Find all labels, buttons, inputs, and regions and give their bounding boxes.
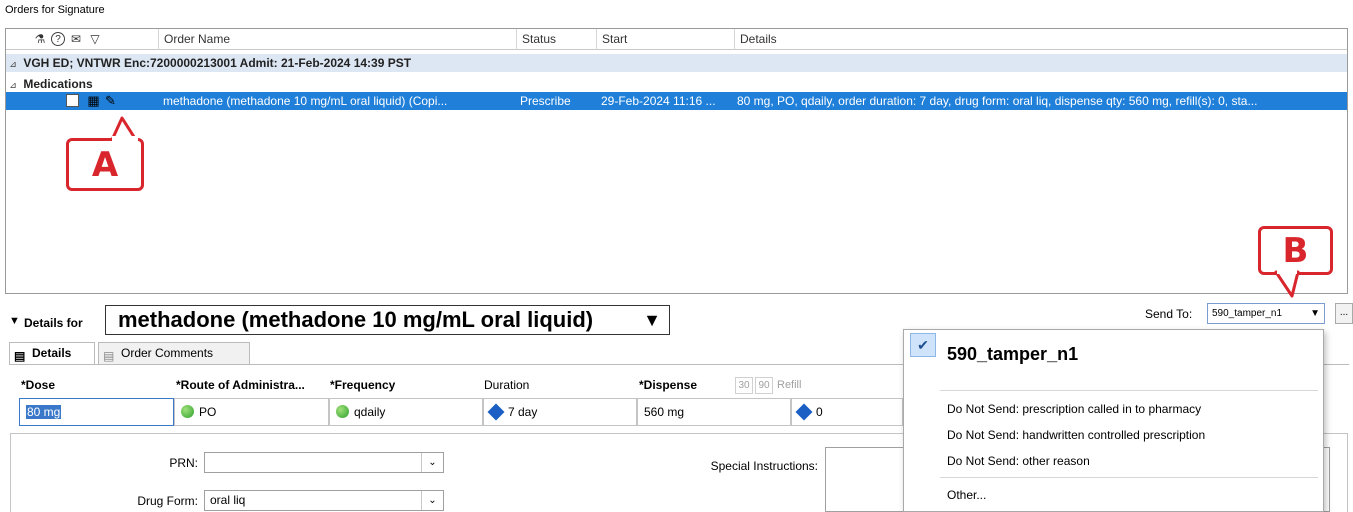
route-value: PO: [199, 405, 217, 419]
frequency-field[interactable]: qdaily: [329, 398, 483, 426]
order-start-cell: 29-Feb-2024 11:16 ...: [601, 94, 716, 108]
special-instructions-label: Special Instructions:: [710, 459, 818, 473]
refill-label: Refill: [777, 379, 802, 391]
table-row[interactable]: ▦ ✎ methadone (methadone 10 mg/mL oral l…: [6, 92, 1347, 110]
send-to-option-selected[interactable]: 590_tamper_n1: [947, 344, 1078, 365]
route-label: *Route of Administra...: [176, 378, 305, 392]
help-circle-icon[interactable]: ?: [51, 32, 65, 46]
comment-icon[interactable]: ✉: [68, 31, 84, 47]
column-header-status[interactable]: Status: [516, 29, 596, 50]
drug-form-label: Drug Form:: [137, 494, 198, 508]
send-to-select[interactable]: 590_tamper_n1 ▼: [1207, 303, 1325, 324]
blue-diamond-icon: [795, 403, 813, 421]
chevron-down-icon[interactable]: ⌄: [421, 491, 443, 510]
grid-header: ⚗ ? ✉ ▽ Order Name Status Start Details: [6, 29, 1347, 50]
chevron-down-icon[interactable]: ⌄: [421, 453, 443, 472]
callout-a-pointer-mask: [112, 136, 138, 144]
dropdown-divider: [940, 390, 1318, 391]
send-to-option-handwritten[interactable]: Do Not Send: handwritten controlled pres…: [947, 428, 1205, 442]
refill-value: 0: [816, 405, 823, 419]
header-icon-group: ⚗ ? ✉ ▽: [32, 31, 103, 47]
callout-b-label: B: [1258, 226, 1333, 275]
signature-pen-icon: ✎: [105, 93, 116, 108]
order-status-cell: Prescribe: [520, 94, 571, 108]
dose-field[interactable]: 80 mg: [19, 398, 174, 426]
chevron-down-icon: ▼: [643, 310, 661, 330]
details-for-label: Details for: [24, 316, 83, 330]
tab-order-comments-label: Order Comments: [121, 346, 214, 360]
duration-label: Duration: [484, 378, 530, 392]
send-to-label: Send To:: [1145, 307, 1193, 321]
dispense-30-button[interactable]: 30: [735, 377, 753, 394]
filter-icon[interactable]: ▽: [87, 31, 103, 47]
encounter-row[interactable]: ⊿ VGH ED; VNTWR Enc:7200000213001 Admit:…: [6, 54, 1347, 72]
send-to-option-other[interactable]: Other...: [947, 488, 986, 502]
orders-section-title: Orders for Signature: [5, 4, 105, 16]
details-tab-icon: ▤: [14, 349, 26, 363]
send-to-more-button[interactable]: ...: [1335, 303, 1353, 324]
send-to-option-other-reason[interactable]: Do Not Send: other reason: [947, 454, 1090, 468]
order-name-cell: methadone (methadone 10 mg/mL oral liqui…: [163, 94, 448, 108]
column-header-details[interactable]: Details: [734, 29, 1347, 50]
tab-order-comments[interactable]: ▤ Order Comments: [98, 342, 250, 364]
dropdown-divider: [940, 477, 1318, 478]
prn-combo[interactable]: ⌄: [204, 452, 444, 473]
tab-details-label: Details: [32, 346, 72, 360]
duration-value: 7 day: [508, 405, 538, 419]
refill-field[interactable]: 0: [791, 398, 903, 426]
details-order-title: methadone (methadone 10 mg/mL oral liqui…: [118, 307, 594, 332]
green-status-icon: [181, 405, 194, 418]
chevron-down-icon: ▼: [1310, 308, 1320, 319]
route-field[interactable]: PO: [174, 398, 329, 426]
dispense-90-button[interactable]: 90: [755, 377, 773, 394]
medications-group-label: Medications: [23, 77, 93, 91]
column-header-order-name[interactable]: Order Name: [158, 29, 518, 50]
comments-tab-icon: ▤: [103, 349, 115, 363]
send-to-value: 590_tamper_n1: [1212, 308, 1283, 319]
column-header-start[interactable]: Start: [596, 29, 734, 50]
frequency-label: *Frequency: [330, 378, 396, 392]
blue-diamond-icon: [487, 403, 505, 421]
checkmark-icon: ✔: [910, 333, 936, 357]
dose-label: *Dose: [21, 378, 56, 392]
order-details-cell: 80 mg, PO, qdaily, order duration: 7 day…: [737, 94, 1258, 108]
drug-form-combo[interactable]: oral liq ⌄: [204, 490, 444, 511]
dose-value: 80 mg: [26, 405, 62, 419]
send-to-dropdown: ✔ 590_tamper_n1 Do Not Send: prescriptio…: [903, 329, 1324, 512]
order-select-checkbox[interactable]: [66, 94, 79, 107]
callout-a-label: A: [66, 138, 144, 191]
send-to-option-called-in[interactable]: Do Not Send: prescription called in to p…: [947, 402, 1201, 416]
dispense-label: *Dispense: [639, 378, 698, 392]
details-collapse-icon[interactable]: ▼: [9, 315, 20, 327]
prn-label: PRN:: [169, 456, 198, 470]
tab-details[interactable]: ▤ Details: [9, 342, 95, 364]
prescription-document-icon: ▦: [87, 93, 100, 108]
frequency-value: qdaily: [354, 405, 386, 419]
collapse-triangle-icon[interactable]: ⊿: [6, 55, 20, 73]
details-order-select[interactable]: methadone (methadone 10 mg/mL oral liqui…: [105, 305, 670, 335]
dispense-value: 560 mg: [644, 405, 685, 419]
green-status-icon: [336, 405, 349, 418]
duration-field[interactable]: 7 day: [483, 398, 637, 426]
encounter-label: VGH ED; VNTWR Enc:7200000213001 Admit: 2…: [23, 56, 412, 70]
orders-grid: ⚗ ? ✉ ▽ Order Name Status Start Details …: [5, 28, 1348, 294]
dispense-field[interactable]: 560 mg: [637, 398, 791, 426]
pill-stamp-icon[interactable]: ⚗: [32, 31, 48, 47]
callout-b-pointer: [1274, 270, 1300, 298]
drug-form-value: oral liq: [210, 493, 246, 507]
medications-group-row[interactable]: ⊿ Medications: [6, 75, 1347, 93]
